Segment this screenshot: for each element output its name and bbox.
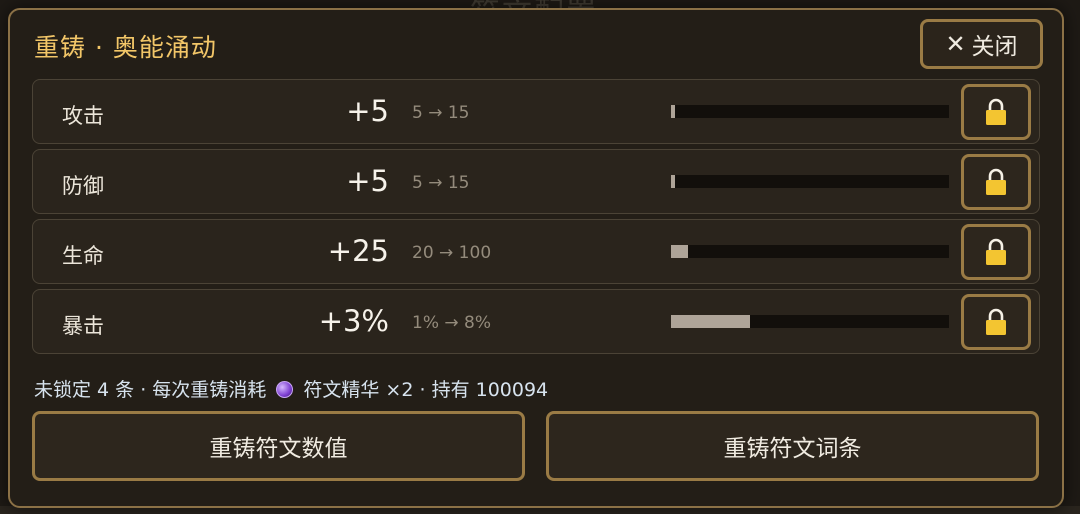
stat-progress-fill xyxy=(671,315,751,328)
stat-range: 5 → 15 xyxy=(412,173,470,193)
lock-icon xyxy=(986,238,1006,265)
stat-range: 20 → 100 xyxy=(412,243,492,263)
lock-icon xyxy=(986,168,1006,195)
stat-progress-bar xyxy=(671,245,949,258)
cost-info-item: 符文精华 ×2 xyxy=(303,379,414,401)
stat-row-attack: 攻击 +5 5 → 15 xyxy=(32,79,1040,144)
stat-value: +3% xyxy=(318,304,389,338)
lock-toggle-button[interactable] xyxy=(961,154,1031,210)
cost-info-suffix: · 持有 100094 xyxy=(419,379,549,401)
stat-progress-bar xyxy=(671,175,949,188)
stat-range: 1% → 8% xyxy=(412,313,491,333)
stat-name: 生命 xyxy=(62,244,104,268)
essence-orb-icon xyxy=(276,381,294,398)
stat-progress-fill xyxy=(671,245,688,258)
cost-info: 未锁定 4 条 · 每次重铸消耗 符文精华 ×2 · 持有 100094 xyxy=(34,375,548,402)
stat-row-defense: 防御 +5 5 → 15 xyxy=(32,149,1040,214)
close-icon: ✕ xyxy=(945,30,966,58)
stat-value: +5 xyxy=(346,164,389,198)
close-button[interactable]: ✕ 关闭 xyxy=(920,19,1043,69)
cost-info-prefix: 未锁定 4 条 · 每次重铸消耗 xyxy=(34,379,267,401)
reforge-dialog: 重铸 · 奥能涌动 ✕ 关闭 攻击 +5 5 → 15 防御 +5 5 → 15 xyxy=(8,8,1064,508)
stat-progress-fill xyxy=(671,105,676,118)
dialog-title: 重铸 · 奥能涌动 xyxy=(34,33,217,62)
lock-icon xyxy=(986,98,1006,125)
stat-row-health: 生命 +25 20 → 100 xyxy=(32,219,1040,284)
stat-name: 防御 xyxy=(62,174,104,198)
stat-list: 攻击 +5 5 → 15 防御 +5 5 → 15 生命 +25 20 → 10… xyxy=(32,79,1040,359)
stat-progress-bar xyxy=(671,105,949,118)
lock-toggle-button[interactable] xyxy=(961,294,1031,350)
stat-progress-fill xyxy=(671,175,676,188)
stat-name: 攻击 xyxy=(62,104,104,128)
reroll-affixes-button[interactable]: 重铸符文词条 xyxy=(546,411,1039,481)
stat-row-crit: 暴击 +3% 1% → 8% xyxy=(32,289,1040,354)
reroll-values-button[interactable]: 重铸符文数值 xyxy=(32,411,525,481)
stat-value: +5 xyxy=(346,94,389,128)
stat-range: 5 → 15 xyxy=(412,103,470,123)
stat-value: +25 xyxy=(327,234,389,268)
lock-icon xyxy=(986,308,1006,335)
stat-progress-bar xyxy=(671,315,949,328)
stat-name: 暴击 xyxy=(62,314,104,338)
lock-toggle-button[interactable] xyxy=(961,84,1031,140)
lock-toggle-button[interactable] xyxy=(961,224,1031,280)
close-label: 关闭 xyxy=(971,34,1018,60)
